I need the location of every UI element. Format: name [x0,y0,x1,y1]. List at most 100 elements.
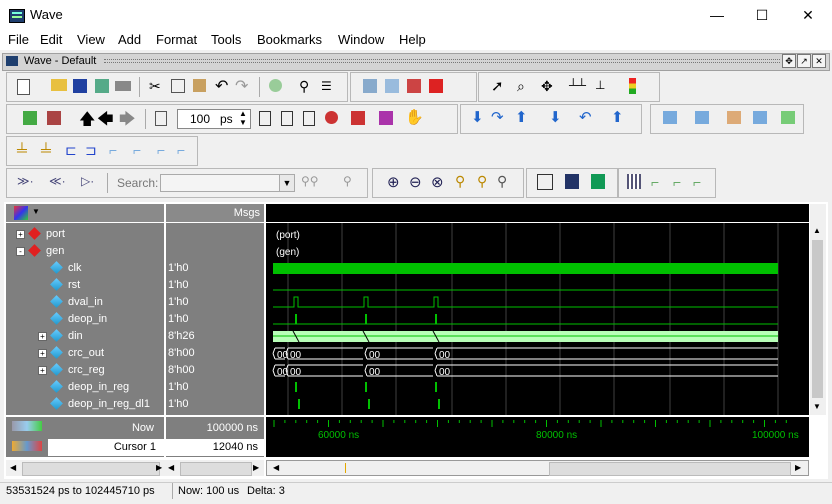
step-over-arrow-icon[interactable]: ↷ [491,108,507,126]
expand-port-toggle[interactable]: + [16,230,25,239]
minimize-button[interactable]: — [702,4,732,26]
scroll-down-icon[interactable]: ▼ [813,402,821,411]
signal-name-clk[interactable]: clk [68,262,81,274]
cursor-lock-icon[interactable] [12,441,42,451]
rising-edge-icon[interactable]: ⌐ [133,142,149,158]
run-all-icon[interactable] [303,111,315,126]
search-dropdown-icon[interactable]: ▼ [279,174,295,192]
dataflow-up-icon[interactable] [695,111,709,124]
binoculars-icon[interactable]: ⚲ [299,78,315,94]
redo-icon[interactable]: ↷ [235,76,251,95]
step-back-out-icon[interactable]: ⬆ [611,108,627,126]
break-run-icon[interactable] [325,111,338,124]
names-hscroll[interactable]: ◀ ▶ ◀ ▶ [6,460,264,476]
inner-close-button[interactable]: ✕ [812,54,826,68]
menu-add[interactable]: Add [118,32,141,47]
search-next-icon[interactable]: ≪· [49,174,66,190]
dataflow-readers-icon[interactable] [753,111,767,124]
dataflow-trace-icon[interactable] [781,111,795,124]
step-into-icon[interactable]: ⬇ [471,108,487,126]
dropdown-icon[interactable]: ▼ [32,207,40,216]
break-icon[interactable] [429,79,443,93]
paste-icon[interactable] [193,79,206,92]
compile-all-icon[interactable] [385,79,399,93]
traffic-light-icon[interactable] [629,78,636,94]
waveform-canvas[interactable]: (port)(gen)00 00 00 0000 00 00 00 [266,223,809,415]
search-prev-icon[interactable]: ≫· [17,174,34,190]
list-icon[interactable]: ☰ [321,79,337,95]
menu-file[interactable]: File [8,32,29,47]
find-icon[interactable] [269,79,282,92]
signal-name-deop_in[interactable]: deop_in [68,313,107,325]
names-scroll-thumb[interactable] [22,462,160,476]
expand-din-toggle[interactable]: + [38,332,47,341]
menu-view[interactable]: View [77,32,105,47]
step-icon[interactable] [351,111,365,125]
signal-name-port[interactable]: port [46,228,65,240]
format-event-icon[interactable]: ⌐ [673,174,689,190]
zoom-cursor-icon[interactable]: ⚲ [455,173,471,189]
signal-name-rst[interactable]: rst [68,279,80,291]
run-length-input[interactable]: 100 ps ▲ ▼ [177,109,251,129]
run-icon[interactable] [259,111,271,126]
zoom-mode-icon[interactable]: ⌕ [517,78,533,94]
step-over-icon[interactable] [379,111,393,125]
time-ruler[interactable]: 60000 ns 80000 ns 100000 ns [266,417,809,457]
continue-icon[interactable] [281,111,293,126]
forward-arrow-icon[interactable]: 🡆 [119,108,136,128]
signal-name-din[interactable]: din [68,330,83,342]
hand-icon[interactable]: ✋ [405,108,424,126]
search-input[interactable] [160,174,280,192]
expand-gen-toggle[interactable]: - [16,247,25,256]
search-binoculars-icon[interactable]: ⚲⚲ [301,174,319,190]
menu-format[interactable]: Format [156,32,197,47]
new-file-icon[interactable] [17,79,30,95]
edit-mode-icon[interactable]: ┴┴ [569,78,586,94]
dataflow-driver-icon[interactable] [727,111,741,124]
dock-button[interactable]: ✥ [782,54,796,68]
next-edge-icon[interactable]: ╧ [41,142,57,158]
search-expr-icon[interactable]: ⚲ [343,174,359,190]
prev-edge-icon[interactable]: ╧ [17,142,33,158]
stop-icon[interactable] [47,111,61,125]
pan-mode-icon[interactable]: ✥ [541,78,557,94]
edge-search-icon[interactable]: ⌐ [177,142,193,158]
dataflow-icon[interactable] [663,111,677,124]
maximize-button[interactable]: ☐ [747,4,777,26]
delete-cursor-icon[interactable] [565,174,579,189]
close-button[interactable]: ✕ [793,4,823,26]
waveform-pane[interactable]: (port) (gen) 00 00 00 00 00 00 00 00 [266,223,809,415]
format-logic-icon[interactable]: ⌐ [651,174,667,190]
print-icon[interactable] [115,81,131,91]
simulate-icon[interactable] [407,79,421,93]
falling-edge-icon[interactable]: ⌐ [109,142,125,158]
expand-crc_out-toggle[interactable]: + [38,349,47,358]
menu-bookmarks[interactable]: Bookmarks [257,32,322,47]
any-edge-icon[interactable]: ⌐ [157,142,173,158]
wave-scroll-right-icon[interactable]: ▶ [795,463,801,472]
prev-transition-icon[interactable]: ⊏ [65,142,81,158]
signal-name-deop_in_reg_dl1[interactable]: deop_in_reg_dl1 [68,398,150,410]
signal-name-crc_reg[interactable]: crc_reg [68,364,105,376]
menu-help[interactable]: Help [399,32,426,47]
wave-scroll-thumb[interactable] [549,462,791,476]
up-arrow-icon[interactable]: 🡅 [79,108,95,128]
copy-icon[interactable] [171,79,185,93]
format-analog-icon[interactable]: ⌐ [693,174,709,190]
step-back-over-icon[interactable]: ↶ [579,108,595,126]
next-transition-icon[interactable]: ⊐ [85,142,101,158]
menu-edit[interactable]: Edit [40,32,62,47]
signal-name-dval_in[interactable]: dval_in [68,296,103,308]
signal-name-deop_in_reg[interactable]: deop_in_reg [68,381,129,393]
wave-options-icon[interactable] [14,206,28,220]
zoom-select-icon[interactable]: ⚲ [497,173,513,189]
values-scroll-left-icon[interactable]: ◀ [168,463,174,472]
zoom-full-icon[interactable]: ⊗ [431,173,447,191]
names-scroll-right-icon[interactable]: ▶ [156,463,162,472]
restart-icon[interactable] [23,111,37,125]
values-scroll-right-icon[interactable]: ▶ [253,463,259,472]
vertical-scrollbar[interactable]: ▲ ▼ [810,204,826,415]
lock-cursor-icon[interactable] [591,174,605,189]
reload-icon[interactable] [95,79,109,93]
undock-button[interactable]: ↗ [797,54,811,68]
